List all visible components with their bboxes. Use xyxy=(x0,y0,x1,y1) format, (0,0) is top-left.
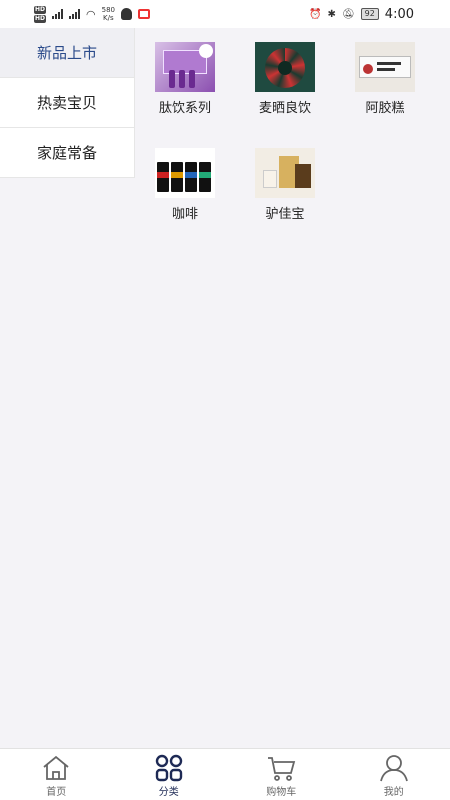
product-item-lv-jia-bao[interactable]: 驴佳宝 xyxy=(235,148,335,254)
wheat-drink-image xyxy=(255,42,315,92)
status-bar: HD HD ◠ 580 K/s ⏰ ✱ 🔕︎ 92 4:00 xyxy=(0,0,450,28)
product-label: 咖啡 xyxy=(171,207,198,222)
tab-label: 购物车 xyxy=(266,787,297,798)
alarm-icon: ⏰ xyxy=(309,8,322,20)
ejiao-cake-image xyxy=(355,42,415,92)
category-grid-icon xyxy=(155,754,182,782)
tab-cart[interactable]: 购物车 xyxy=(225,749,338,800)
peptide-drink-image xyxy=(155,42,215,92)
wifi-icon: ◠ xyxy=(86,7,96,21)
signal-icon xyxy=(69,9,81,19)
tab-mine[interactable]: 我的 xyxy=(338,749,450,800)
tab-home[interactable]: 首页 xyxy=(0,749,113,800)
tab-category[interactable]: 分类 xyxy=(113,749,226,800)
tab-label: 我的 xyxy=(383,787,404,798)
product-label: 驴佳宝 xyxy=(265,207,305,222)
product-item-wheat-drink[interactable]: 麦晒良饮 xyxy=(235,42,335,148)
home-icon xyxy=(43,755,69,780)
status-bar-left: HD HD ◠ 580 K/s xyxy=(34,5,150,23)
signal-icon xyxy=(52,9,64,19)
sidebar-item-household[interactable]: 家庭常备 xyxy=(0,128,135,178)
product-item-coffee[interactable]: 咖啡 xyxy=(135,148,235,254)
user-icon xyxy=(379,755,408,782)
tab-label: 分类 xyxy=(158,787,179,798)
product-item-ejiao-cake[interactable]: 阿胶糕 xyxy=(335,42,435,148)
product-item-peptide[interactable]: 肽饮系列 xyxy=(135,42,235,148)
sidebar-item-new-arrivals[interactable]: 新品上市 xyxy=(0,28,135,78)
sidebar-item-hot-sellers[interactable]: 热卖宝贝 xyxy=(0,78,135,128)
product-label: 阿胶糕 xyxy=(365,101,405,116)
tab-label: 首页 xyxy=(46,787,67,798)
category-content: 肽饮系列 麦晒良饮 阿胶糕 咖啡 驴佳宝 xyxy=(135,28,450,748)
product-label: 麦晒良饮 xyxy=(258,101,311,116)
clock: 4:00 xyxy=(384,6,414,22)
status-bar-right: ⏰ ✱ 🔕︎ 92 4:00 xyxy=(309,7,414,22)
bottom-tab-bar: 首页 分类 购物车 我的 xyxy=(0,748,450,800)
product-label: 肽饮系列 xyxy=(158,101,211,116)
coffee-image xyxy=(155,148,215,198)
hd-icon: HD HD xyxy=(34,5,47,23)
mute-icon: 🔕︎ xyxy=(341,8,355,20)
network-speed: 580 K/s xyxy=(101,6,115,22)
bluetooth-icon: ✱ xyxy=(327,8,336,20)
lv-jia-bao-image xyxy=(255,148,315,198)
qq-icon xyxy=(121,8,132,20)
notification-icon xyxy=(138,9,150,19)
category-sidebar: 新品上市 热卖宝贝 家庭常备 xyxy=(0,28,135,178)
cart-icon xyxy=(268,757,296,781)
product-grid: 肽饮系列 麦晒良饮 阿胶糕 咖啡 驴佳宝 xyxy=(135,28,450,254)
battery-icon: 92 xyxy=(360,8,379,20)
